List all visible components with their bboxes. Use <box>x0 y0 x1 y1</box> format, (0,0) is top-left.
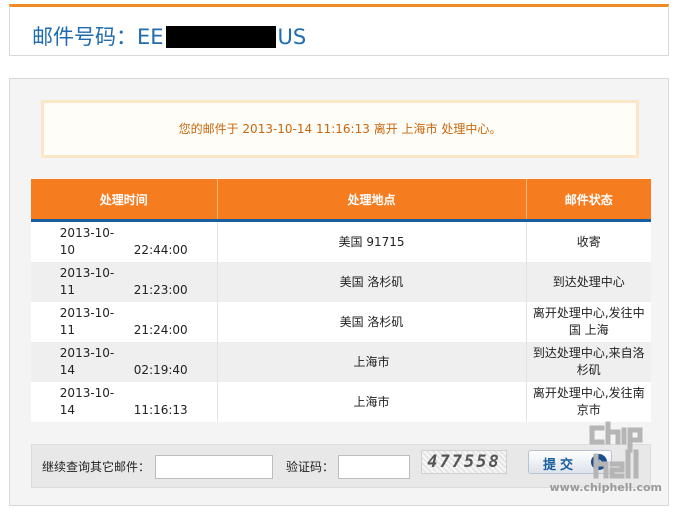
captcha-label: 验证码： <box>286 460 335 474</box>
row-status: 离开处理中心,发往南京市 <box>526 382 651 422</box>
row-location: 上海市 <box>217 342 527 382</box>
row-status: 离开处理中心,发往中国 上海 <box>526 302 651 342</box>
row-date: 2013-10-14 <box>59 386 115 417</box>
row-location: 美国 洛杉矶 <box>217 302 527 342</box>
table-header-row: 处理时间 处理地点 邮件状态 <box>31 179 651 222</box>
notice-datetime: 2013-10-14 11:16:13 <box>242 122 370 136</box>
row-date: 2013-10-11 <box>59 266 115 297</box>
table-row: 2013-10-14 11:16:13 上海市 离开处理中心,发往南京市 <box>31 382 651 422</box>
redaction-block <box>165 26 276 48</box>
tracking-table: 处理时间 处理地点 邮件状态 2013-10-10 22:44:00 美国 917… <box>31 179 651 422</box>
notice-facility: 处理中心。 <box>441 122 502 136</box>
row-date: 2013-10-10 <box>59 226 115 257</box>
status-notice: 您的邮件于 2013-10-14 11:16:13 离开 上海市 处理中心。 <box>41 100 639 158</box>
row-location: 美国 91715 <box>217 220 527 262</box>
row-date: 2013-10-14 <box>59 346 115 377</box>
row-status: 到达处理中心 <box>526 262 651 302</box>
table-row: 2013-10-14 02:19:40 上海市 到达处理中心,来自洛杉矶 <box>31 342 651 382</box>
header-status: 邮件状态 <box>526 179 651 222</box>
row-datetime: 2013-10-11 21:24:00 <box>31 302 218 342</box>
row-status: 收寄 <box>526 220 651 262</box>
row-time: 02:19:40 <box>133 363 188 377</box>
row-datetime: 2013-10-14 11:16:13 <box>31 382 218 422</box>
row-datetime: 2013-10-11 21:23:00 <box>31 262 218 302</box>
other-mail-label: 继续查询其它邮件： <box>42 460 151 474</box>
page-title: 邮件号码：EE US <box>32 21 306 51</box>
table-row: 2013-10-11 21:23:00 美国 洛杉矶 到达处理中心 <box>31 262 651 302</box>
watermark-site: www.chiphell.com <box>549 481 662 494</box>
notice-action: 离开 <box>373 122 398 136</box>
title-prefix: 邮件号码：EE <box>32 25 164 49</box>
other-mail-input[interactable] <box>155 455 273 479</box>
title-suffix: US <box>277 25 307 49</box>
captcha-image: 477558 <box>421 450 507 474</box>
row-date: 2013-10-11 <box>59 306 115 337</box>
row-time: 22:44:00 <box>133 243 188 257</box>
table-row: 2013-10-11 21:24:00 美国 洛杉矶 离开处理中心,发往中国 上海 <box>31 302 651 342</box>
table-row: 2013-10-10 22:44:00 美国 91715 收寄 <box>31 220 651 262</box>
notice-prefix: 您的邮件于 <box>178 122 239 136</box>
row-status: 到达处理中心,来自洛杉矶 <box>526 342 651 382</box>
row-datetime: 2013-10-10 22:44:00 <box>31 220 218 262</box>
header-time: 处理时间 <box>31 179 218 222</box>
submit-label: 提交 <box>543 458 578 473</box>
row-time: 21:23:00 <box>133 283 188 297</box>
tracking-panel: 您的邮件于 2013-10-14 11:16:13 离开 上海市 处理中心。 处… <box>9 78 669 506</box>
header-location: 处理地点 <box>217 179 527 222</box>
row-location: 美国 洛杉矶 <box>217 262 527 302</box>
row-time: 21:24:00 <box>133 323 188 337</box>
row-time: 11:16:13 <box>133 403 188 417</box>
notice-city: 上海市 <box>401 122 438 136</box>
row-location: 上海市 <box>217 382 527 422</box>
captcha-input[interactable] <box>338 455 410 479</box>
row-datetime: 2013-10-14 02:19:40 <box>31 342 218 382</box>
header-box: 邮件号码：EE US <box>9 4 669 56</box>
